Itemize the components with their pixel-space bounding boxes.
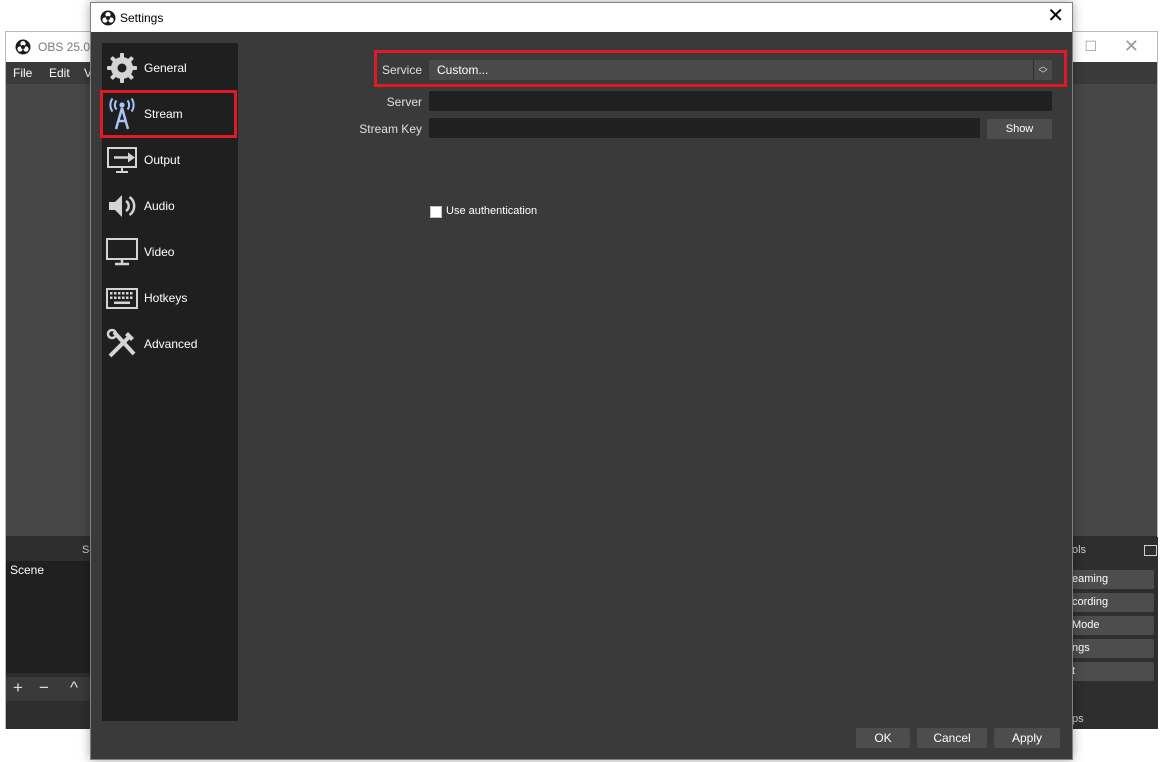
settings-close-button[interactable]: ✕ (1047, 6, 1064, 26)
controls-dock-header: ols (1072, 544, 1087, 556)
menu-file[interactable]: File (13, 66, 32, 80)
exit-button[interactable]: t (1070, 662, 1154, 681)
undock-icon[interactable] (1144, 545, 1157, 556)
sidebar-label-general: General (144, 61, 187, 75)
sidebar-item-hotkeys[interactable]: Hotkeys (102, 275, 238, 321)
ok-button[interactable]: OK (856, 728, 910, 748)
service-highlight-box (374, 50, 1067, 87)
settings-titlebar: Settings ✕ (91, 3, 1072, 32)
gear-icon (107, 53, 137, 83)
speaker-icon (109, 195, 136, 217)
apply-button[interactable]: Apply (994, 728, 1060, 748)
monitor-icon (106, 238, 138, 266)
stream-highlight-box (100, 90, 237, 138)
sidebar-label-hotkeys: Hotkeys (144, 291, 188, 305)
settings-title: Settings (120, 11, 164, 25)
settings-dialog: Settings ✕ General Stream Output Audio V… (90, 2, 1073, 760)
move-scene-up-button[interactable]: ^ (70, 678, 78, 698)
stream-key-label: Stream Key (359, 122, 422, 136)
sidebar-item-video[interactable]: Video (102, 229, 238, 275)
cancel-button[interactable]: Cancel (917, 728, 987, 748)
maximize-button[interactable]: ☐ (1084, 38, 1097, 55)
sidebar-label-video: Video (144, 245, 175, 259)
sidebar-item-audio[interactable]: Audio (102, 183, 238, 229)
menu-edit[interactable]: Edit (49, 66, 70, 80)
output-monitor-icon (107, 147, 137, 173)
remove-scene-button[interactable]: − (39, 678, 49, 698)
controls-footer-text: ps (1072, 713, 1084, 725)
controls-dock: ols eaming cording Mode ngs t ps (1070, 537, 1158, 729)
settings-sidebar: General Stream Output Audio Video Hotkey… (102, 43, 238, 721)
studio-mode-button[interactable]: Mode (1070, 616, 1154, 635)
stream-key-input[interactable] (429, 118, 980, 138)
use-authentication-checkbox[interactable] (430, 206, 442, 218)
settings-button[interactable]: ngs (1070, 639, 1154, 658)
obs-logo-icon (100, 10, 116, 26)
sidebar-item-advanced[interactable]: Advanced (102, 321, 238, 367)
start-recording-button[interactable]: cording (1070, 593, 1154, 612)
sidebar-label-advanced: Advanced (144, 337, 198, 351)
scenes-dock: Sc Scene + − ^ (6, 537, 95, 729)
keyboard-icon (106, 288, 138, 309)
sidebar-label-output: Output (144, 153, 181, 167)
main-close-button[interactable]: ✕ (1124, 36, 1139, 57)
scene-list-item[interactable]: Scene (10, 563, 44, 577)
sidebar-item-general[interactable]: General (102, 45, 238, 91)
sidebar-label-audio: Audio (144, 199, 175, 213)
obs-logo-icon (15, 39, 31, 55)
show-key-button[interactable]: Show (987, 119, 1052, 139)
server-input[interactable] (429, 91, 1052, 111)
sidebar-item-output[interactable]: Output (102, 137, 238, 183)
scenes-list: Scene (6, 561, 92, 673)
tools-icon (106, 328, 136, 358)
add-scene-button[interactable]: + (13, 678, 23, 698)
server-label: Server (386, 95, 422, 109)
start-streaming-button[interactable]: eaming (1070, 570, 1154, 589)
scenes-toolbar: + − ^ (6, 677, 92, 701)
use-authentication-label: Use authentication (446, 205, 538, 217)
